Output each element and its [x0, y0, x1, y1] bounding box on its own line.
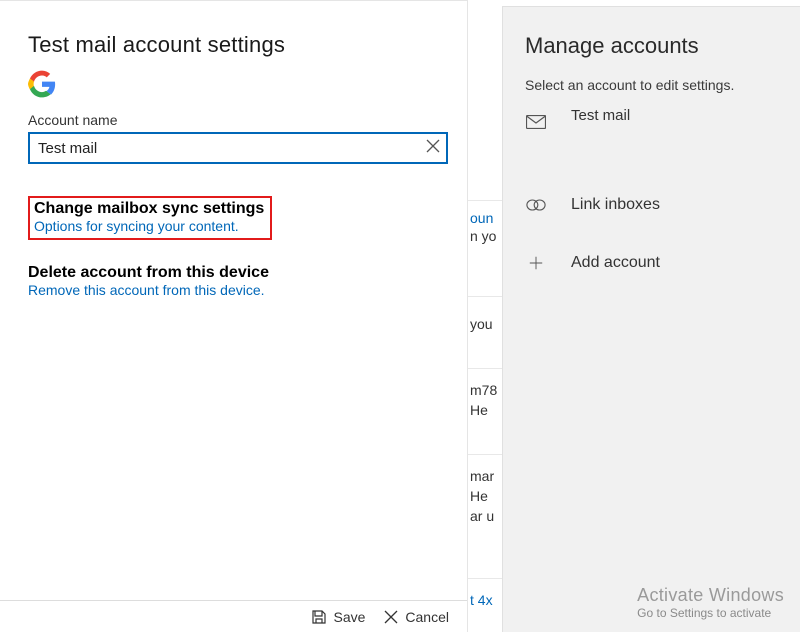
save-button[interactable]: Save [311, 609, 365, 625]
bg-text: ar u [470, 508, 494, 524]
account-settings-dialog: Test mail account settings Account name … [0, 0, 467, 632]
mail-icon [525, 115, 547, 129]
dialog-action-bar: Save Cancel [0, 600, 467, 632]
background-list: oun n yo you m78 He mar He ar u t 4x [467, 0, 502, 632]
link-inboxes-label: Link inboxes [571, 196, 660, 214]
change-sync-desc: Options for syncing your content. [34, 218, 264, 234]
manage-accounts-panel: Manage accounts Select an account to edi… [502, 6, 800, 632]
bg-text: oun [470, 210, 493, 226]
delete-account-option[interactable]: Delete account from this device Remove t… [28, 264, 467, 298]
add-account-label: Add account [571, 254, 660, 272]
clear-input-icon[interactable] [426, 139, 440, 153]
link-icon [525, 198, 547, 212]
save-label: Save [333, 609, 365, 625]
bg-text: He [470, 488, 488, 504]
account-item-label: Test mail [571, 107, 630, 124]
google-logo-icon [28, 70, 467, 98]
bg-text: n yo [470, 228, 496, 244]
cancel-label: Cancel [405, 609, 449, 625]
bg-text: t 4x [470, 592, 493, 608]
bg-text: you [470, 316, 493, 332]
account-item-test-mail[interactable]: Test mail [525, 113, 800, 130]
cancel-button[interactable]: Cancel [383, 609, 449, 625]
add-account-button[interactable]: Add account [525, 254, 800, 272]
bg-text: m78 [470, 382, 497, 398]
bg-text: He [470, 402, 488, 418]
delete-account-desc: Remove this account from this device. [28, 282, 467, 298]
manage-accounts-subtitle: Select an account to edit settings. [525, 77, 800, 93]
link-inboxes-button[interactable]: Link inboxes [525, 196, 800, 214]
dialog-title: Test mail account settings [28, 32, 467, 58]
account-name-input[interactable] [28, 132, 448, 164]
change-sync-title: Change mailbox sync settings [34, 200, 264, 218]
account-name-label: Account name [28, 112, 467, 128]
bg-text: mar [470, 468, 494, 484]
manage-accounts-title: Manage accounts [525, 33, 800, 59]
delete-account-title: Delete account from this device [28, 264, 467, 282]
plus-icon [525, 256, 547, 270]
change-sync-settings-option[interactable]: Change mailbox sync settings Options for… [28, 196, 272, 240]
